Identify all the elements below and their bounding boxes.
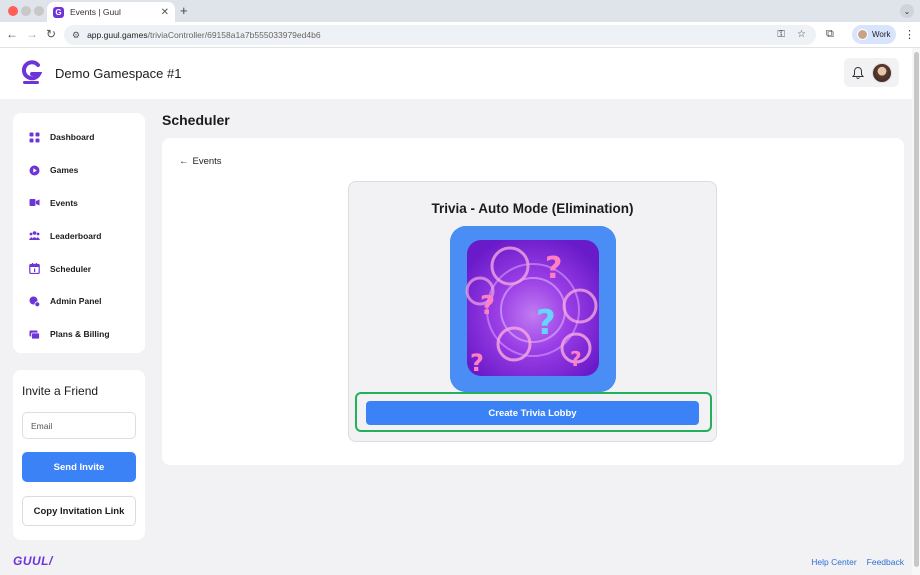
events-icon — [29, 199, 40, 207]
url-domain: app.guul.games — [87, 30, 148, 40]
sidebar-item-label: Events — [50, 197, 78, 208]
notification-bell-icon[interactable] — [851, 66, 865, 80]
invite-card: Invite a Friend Send Invite Copy Invitat… — [13, 370, 145, 540]
sidebar-item-admin-panel[interactable]: Admin Panel — [13, 285, 145, 318]
svg-text:?: ? — [536, 303, 556, 343]
guul-logo-icon[interactable] — [20, 59, 42, 85]
address-bar[interactable]: ⚙ app.guul.games/triviaController/69158a… — [64, 25, 816, 45]
back-link-label: Events — [192, 156, 222, 167]
back-to-events-link[interactable]: ← Events — [179, 156, 222, 167]
page-title: Scheduler — [162, 112, 230, 128]
password-key-icon[interactable]: ⚿ — [777, 29, 785, 40]
sidebar-item-label: Games — [50, 165, 79, 176]
create-lobby-highlight: Create Trivia Lobby — [355, 392, 712, 432]
tab-close-icon[interactable]: ✕ — [161, 7, 169, 18]
sidebar-item-label: Dashboard — [50, 132, 95, 143]
sidebar-item-label: Plans & Billing — [50, 329, 110, 340]
event-title: Trivia - Auto Mode (Elimination) — [431, 201, 634, 216]
profile-button[interactable]: Work — [852, 25, 896, 44]
reload-icon[interactable]: ↻ — [43, 27, 59, 41]
footer-links: Help Center Feedback — [811, 557, 904, 567]
new-tab-icon[interactable]: + — [180, 3, 188, 18]
profile-avatar-icon — [857, 29, 868, 40]
page-scrollbar-thumb[interactable] — [914, 52, 919, 567]
user-avatar[interactable] — [872, 62, 893, 83]
copy-invitation-link-button[interactable]: Copy Invitation Link — [22, 496, 136, 526]
event-card: Trivia - Auto Mode (Elimination) ? ? ? ?… — [348, 181, 717, 442]
app-header: Demo Gamespace #1 — [0, 48, 920, 99]
close-window-button[interactable] — [8, 6, 18, 16]
calendar-icon — [29, 263, 40, 275]
browser-menu-icon[interactable]: ⋮ — [904, 28, 915, 41]
tab-title: Events | Guul — [70, 7, 121, 17]
play-icon — [29, 165, 40, 176]
people-icon — [29, 231, 40, 241]
create-trivia-lobby-button[interactable]: Create Trivia Lobby — [366, 401, 699, 425]
forward-arrow-icon[interactable]: → — [24, 27, 40, 41]
bookmark-star-icon[interactable]: ☆ — [797, 29, 806, 40]
sidebar-item-label: Scheduler — [50, 263, 92, 274]
trivia-game-artwork: ? ? ? ? ? — [450, 226, 616, 392]
help-center-link[interactable]: Help Center — [811, 557, 856, 567]
sidebar-item-label: Admin Panel — [50, 296, 102, 307]
billing-icon — [29, 330, 40, 340]
site-settings-icon[interactable]: ⚙ — [72, 30, 80, 41]
sidebar-item-label: Leaderboard — [50, 230, 102, 241]
sidebar-item-events[interactable]: Events — [13, 187, 145, 220]
invite-title: Invite a Friend — [22, 384, 99, 398]
sidebar-item-leaderboard[interactable]: Leaderboard — [13, 219, 145, 252]
workspace-title: Demo Gamespace #1 — [55, 66, 182, 81]
svg-text:?: ? — [570, 347, 582, 371]
footer-logo[interactable]: GUUL/ — [13, 554, 53, 568]
profile-label: Work — [872, 30, 891, 39]
header-actions — [844, 58, 899, 87]
extensions-puzzle-icon[interactable]: ⧉ — [826, 28, 834, 41]
email-field[interactable] — [22, 412, 136, 439]
tab-search-chevron-icon[interactable]: ⌄ — [900, 4, 914, 18]
back-arrow-icon[interactable]: ← — [4, 27, 20, 41]
admin-icon — [29, 296, 40, 307]
svg-text:?: ? — [545, 251, 562, 286]
sidebar-item-games[interactable]: Games — [13, 154, 145, 187]
sidebar-nav: Dashboard Games Events Leaderboard Sched… — [13, 113, 145, 353]
browser-tab[interactable]: G Events | Guul ✕ — [47, 2, 175, 22]
feedback-link[interactable]: Feedback — [867, 557, 904, 567]
url-path: /triviaController/69158a1a7b555033979ed4… — [147, 30, 321, 40]
main-panel: ← Events Trivia - Auto Mode (Elimination… — [162, 138, 904, 465]
browser-tab-bar: G Events | Guul ✕ + ⌄ — [0, 0, 920, 22]
maximize-window-button[interactable] — [34, 6, 44, 16]
url-text: app.guul.games/triviaController/69158a1a… — [87, 30, 320, 40]
minimize-window-button[interactable] — [21, 6, 31, 16]
grid-icon — [29, 132, 40, 143]
trivia-bubbles-illustration: ? ? ? ? ? — [450, 226, 616, 392]
guul-favicon-icon: G — [53, 6, 64, 18]
arrow-left-icon: ← — [179, 156, 189, 167]
sidebar-item-plans-billing[interactable]: Plans & Billing — [13, 318, 145, 351]
sidebar-item-dashboard[interactable]: Dashboard — [13, 121, 145, 154]
browser-toolbar: ← → ↻ ⚙ app.guul.games/triviaController/… — [0, 22, 920, 48]
send-invite-button[interactable]: Send Invite — [22, 452, 136, 482]
sidebar-item-scheduler[interactable]: Scheduler — [13, 252, 145, 285]
svg-text:?: ? — [480, 291, 495, 321]
svg-text:?: ? — [470, 349, 484, 377]
